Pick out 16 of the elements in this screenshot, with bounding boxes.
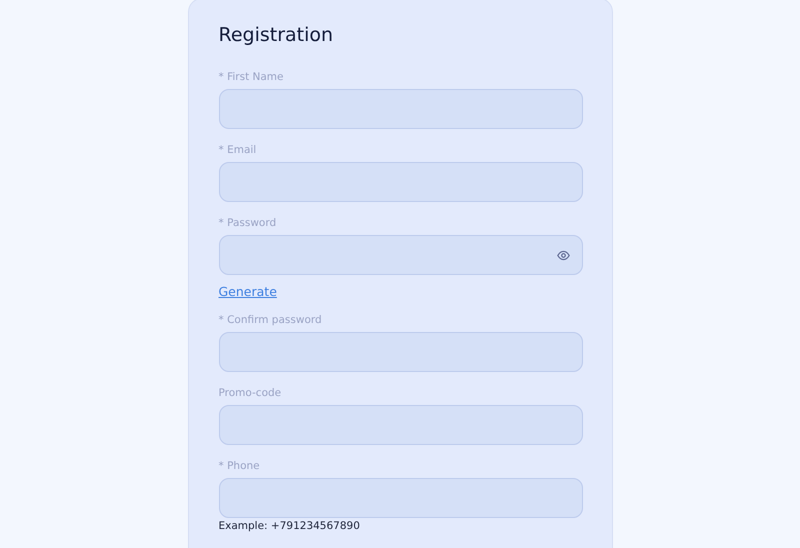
input-field[interactable] [218,162,582,202]
input-field[interactable] [218,332,582,372]
eye-icon[interactable] [556,248,570,262]
field-label: * Password [218,216,278,230]
input-field[interactable] [218,235,582,275]
field-hint: Example: +791234567890 [218,519,361,533]
field-label: * Phone [218,459,261,473]
generate-link[interactable]: Generate [218,284,277,300]
field-label: * Email [218,143,258,157]
input-field[interactable] [218,405,582,445]
input-field[interactable] [218,478,582,518]
field-label: Promo-code [218,386,282,400]
field-label: * Confirm password [218,313,323,327]
input-field[interactable] [218,89,582,129]
form-title: Registration [218,23,334,47]
field-label: * First Name [218,70,284,84]
